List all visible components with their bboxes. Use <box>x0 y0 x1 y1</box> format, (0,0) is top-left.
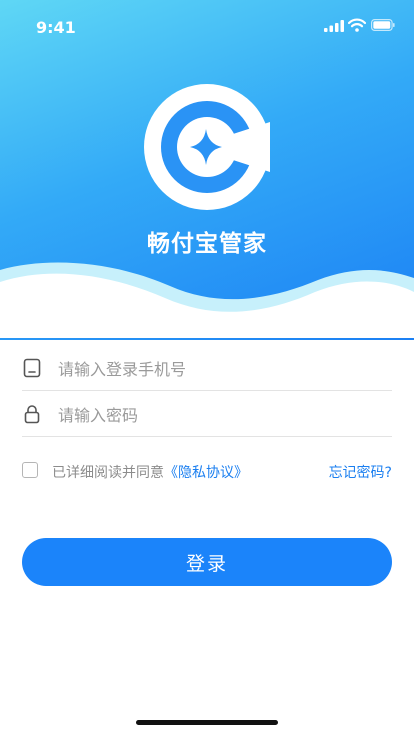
battery-icon <box>371 19 395 31</box>
status-time: 9:41 <box>36 18 76 37</box>
app-name: 畅付宝管家 <box>147 231 267 257</box>
password-input[interactable] <box>56 400 390 430</box>
login-button[interactable]: 登录 <box>22 538 392 586</box>
phone-row <box>22 346 392 391</box>
forgot-password-link[interactable]: 忘记密码? <box>329 462 392 482</box>
wave-divider <box>0 262 414 338</box>
status-bar: 9:41 <box>0 0 414 54</box>
password-row <box>22 392 392 437</box>
agreement-label: 已详细阅读并同意 <box>52 465 164 481</box>
phone-input[interactable] <box>56 354 390 384</box>
home-indicator <box>136 720 278 725</box>
agreement-text: 已详细阅读并同意《隐私协议》 <box>52 462 248 482</box>
phone-icon <box>23 358 41 378</box>
agreement-checkbox[interactable] <box>22 462 38 478</box>
signal-icon <box>324 20 344 32</box>
agreement-row: 已详细阅读并同意《隐私协议》 忘记密码? <box>22 460 392 482</box>
header-banner: 9:41 畅付宝管家 <box>0 0 414 340</box>
lock-icon <box>24 405 40 424</box>
logo-c-star-icon <box>144 84 270 210</box>
wifi-icon <box>348 18 366 32</box>
privacy-policy-link[interactable]: 《隐私协议》 <box>164 465 248 481</box>
